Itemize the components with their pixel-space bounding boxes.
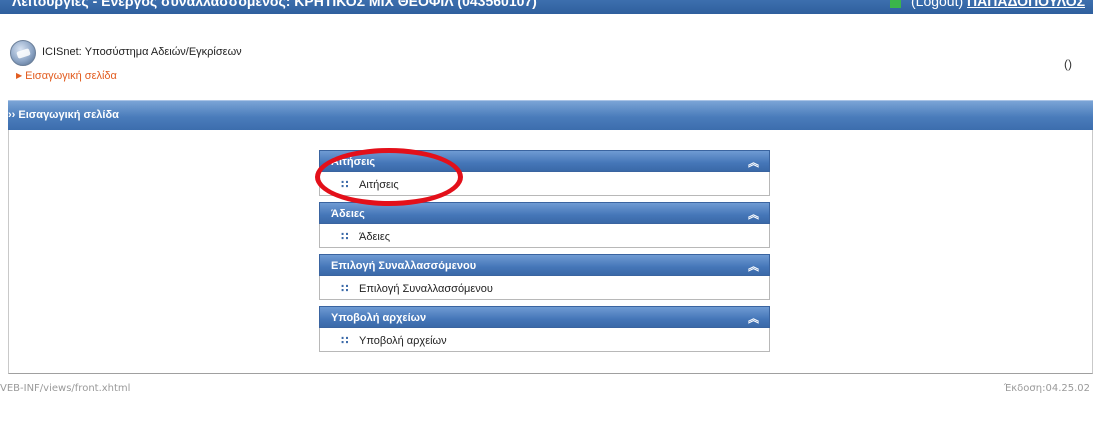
panel-body: ∷ Αιτήσεις <box>319 172 770 196</box>
panel-header-label: Υποβολή αρχείων <box>331 312 427 324</box>
panel-licences: Άδειες ︽ ∷ Άδειες <box>319 202 770 248</box>
triangle-right-icon: ▶ <box>16 71 23 80</box>
active-trader-text: Λειτουργίες - Ενεργός συναλλασσόμενος: Κ… <box>12 0 537 9</box>
double-chevron-up-icon[interactable]: ︽ <box>748 154 759 170</box>
square-bullet-icon: ∷ <box>341 179 349 191</box>
panel-header-applications[interactable]: Αιτήσεις ︽ <box>319 150 770 172</box>
panel-body: ∷ Επιλογή Συναλλασσόμενου <box>319 276 770 300</box>
double-chevron-up-icon[interactable]: ︽ <box>748 258 759 274</box>
panel-file-upload: Υποβολή αρχείων ︽ ∷ Υποβολή αρχείων <box>319 306 770 352</box>
footer-view-path: VEB-INF/views/front.xhtml <box>0 383 131 394</box>
empty-parentheses: () <box>1064 57 1072 71</box>
panel-select-trader: Επιλογή Συναλλασσόμενου ︽ ∷ Επιλογή Συναλ… <box>319 254 770 300</box>
square-bullet-icon: ∷ <box>341 335 349 347</box>
panel-header-licences[interactable]: Άδειες ︽ <box>319 202 770 224</box>
square-bullet-icon: ∷ <box>341 283 349 295</box>
app-title: ICISnet: Υποσύστημα Αδειών/Εγκρίσεων <box>42 46 242 58</box>
logout-text[interactable]: (Logout) <box>911 0 963 9</box>
breadcrumb-label: ›› Εισαγωγική σελίδα <box>8 109 119 121</box>
breadcrumb: ›› Εισαγωγική σελίδα <box>8 100 1093 130</box>
menu-link-licences[interactable]: Άδειες <box>359 231 390 243</box>
panel-body: ∷ Υποβολή αρχείων <box>319 328 770 352</box>
page-header: ICISnet: Υποσύστημα Αδειών/Εγκρίσεων ▶ Ει… <box>8 14 1093 98</box>
home-link-label: Εισαγωγική σελίδα <box>25 70 117 82</box>
user-area: (Logout) ΠΑΠΑΔΟΠΟΥΛΟΣ <box>890 0 1085 9</box>
panel-header-select-trader[interactable]: Επιλογή Συναλλασσόμενου ︽ <box>319 254 770 276</box>
panel-applications: Αιτήσεις ︽ ∷ Αιτήσεις <box>319 150 770 196</box>
online-status-icon <box>890 0 902 8</box>
square-bullet-icon: ∷ <box>341 231 349 243</box>
footer-version: Έκδοση:04.25.02 <box>1003 383 1090 394</box>
globe-icon <box>10 40 36 66</box>
main-menu: Αιτήσεις ︽ ∷ Αιτήσεις Άδειες ︽ ∷ Άδειες Επ… <box>319 150 770 358</box>
panel-header-file-upload[interactable]: Υποβολή αρχείων ︽ <box>319 306 770 328</box>
double-chevron-up-icon[interactable]: ︽ <box>748 206 759 222</box>
top-status-bar: Λειτουργίες - Ενεργός συναλλασσόμενος: Κ… <box>0 0 1093 14</box>
menu-link-select-trader[interactable]: Επιλογή Συναλλασσόμενου <box>359 283 493 295</box>
panel-header-label: Αιτήσεις <box>331 156 376 168</box>
menu-link-applications[interactable]: Αιτήσεις <box>359 179 399 191</box>
home-link[interactable]: ▶ Εισαγωγική σελίδα <box>16 70 117 82</box>
user-link[interactable]: ΠΑΠΑΔΟΠΟΥΛΟΣ <box>967 0 1085 9</box>
panel-body: ∷ Άδειες <box>319 224 770 248</box>
menu-link-file-upload[interactable]: Υποβολή αρχείων <box>359 335 447 347</box>
double-chevron-up-icon[interactable]: ︽ <box>748 310 759 326</box>
panel-header-label: Επιλογή Συναλλασσόμενου <box>331 260 477 272</box>
panel-header-label: Άδειες <box>331 208 365 220</box>
